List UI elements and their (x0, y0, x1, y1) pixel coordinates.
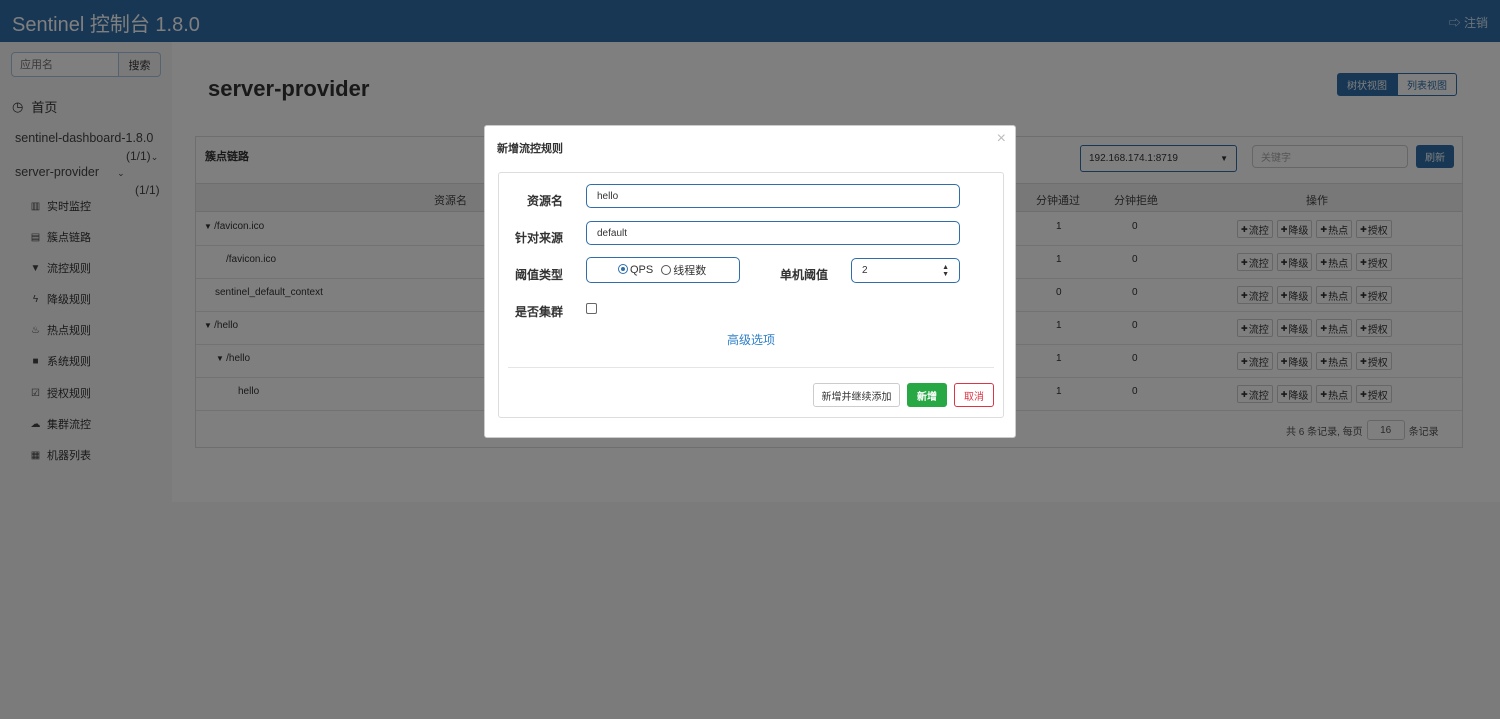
rule-form: 资源名 hello 针对来源 default 阈值类型 QPS 线程数 单机阈值… (498, 172, 1004, 418)
grade-radio-group: QPS 线程数 (586, 257, 740, 283)
cancel-button[interactable]: 取消 (954, 383, 994, 407)
radio-threads-button[interactable] (661, 265, 672, 275)
grade-label: 阈值类型 (515, 268, 564, 282)
add-button[interactable]: 新增 (907, 383, 947, 407)
radio-qps[interactable]: QPS (618, 264, 653, 276)
spinner-arrows-icon[interactable]: ▲ ▼ (942, 264, 949, 278)
close-icon[interactable]: × (997, 130, 1006, 148)
add-flow-rule-dialog: 新增流控规则 × 资源名 hello 针对来源 default 阈值类型 QPS… (484, 125, 1016, 438)
resource-input[interactable]: hello (586, 184, 960, 208)
radio-qps-button[interactable] (618, 264, 628, 274)
dialog-title: 新增流控规则 (497, 143, 563, 155)
threshold-stepper[interactable]: 2 ▲ ▼ (851, 258, 960, 283)
add-and-continue-button[interactable]: 新增并继续添加 (813, 383, 900, 407)
cluster-checkbox[interactable] (586, 303, 597, 314)
origin-label: 针对来源 (515, 231, 564, 245)
divider (508, 367, 994, 368)
cluster-label: 是否集群 (515, 305, 564, 319)
advanced-options-link[interactable]: 高级选项 (499, 331, 1003, 348)
resource-label: 资源名 (527, 194, 564, 208)
origin-input[interactable]: default (586, 221, 960, 245)
radio-threads[interactable]: 线程数 (661, 262, 706, 278)
radio-threads-label: 线程数 (673, 265, 707, 277)
threshold-label: 单机阈值 (780, 268, 829, 282)
radio-qps-label: QPS (630, 264, 654, 276)
threshold-value: 2 (862, 265, 868, 276)
